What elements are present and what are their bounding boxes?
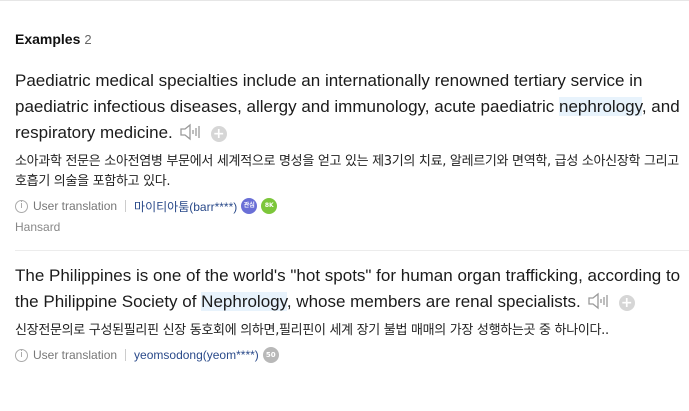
example-divider [15,250,689,251]
examples-heading: Examples 2 [15,31,92,47]
translator-user-link[interactable]: 마이티아툼(barr****) [134,198,237,215]
example-item-1: Paediatric medical specialties include a… [15,68,687,234]
plus-icon[interactable]: + [210,126,227,142]
meta-divider [125,349,127,361]
example-meta: i User translation 마이티아툼(barr****) 관심 8K [15,197,687,215]
example-translation-ko: 소아과학 전문은 소아전염병 부문에서 세계적으로 명성을 얻고 있는 제3기의… [15,154,679,189]
example-item-2: The Philippines is one of the world's "h… [15,263,687,364]
example-keyword-highlight: Nephrology [201,292,287,311]
example-sentence-en: Paediatric medical specialties include a… [15,68,687,146]
user-level-badge: 관심 [241,198,258,214]
speaker-icon[interactable] [179,123,205,141]
translator-user-link[interactable]: yeomsodong(yeom****) [134,348,259,362]
examples-count: 2 [84,32,92,47]
plus-icon[interactable]: + [618,295,635,311]
example-text-before: Paediatric medical specialties include a… [15,71,643,116]
example-meta: i User translation yeomsodong(yeom****) … [15,346,687,364]
user-level-badge: 50 [262,347,279,363]
speaker-icon[interactable] [587,292,613,310]
example-sentence-en: The Philippines is one of the world's "h… [15,263,687,315]
example-text-after: , whose members are renal specialists. [286,292,581,311]
info-icon[interactable]: i [15,199,28,213]
example-source: Hansard [15,220,61,234]
example-keyword-highlight: nephrology [558,97,642,116]
example-translation-ko: 신장전문의로 구성된필리핀 신장 동호회에 의하면,필리핀이 세계 장기 불법 … [15,323,609,338]
user-points-badge: 8K [261,198,278,214]
examples-title: Examples [15,31,81,47]
info-icon[interactable]: i [15,348,28,362]
translation-label: User translation [33,348,118,362]
examples-panel: Examples 2 Paediatric medical specialties… [0,0,689,411]
meta-divider [125,200,127,212]
translation-label: User translation [33,199,118,213]
